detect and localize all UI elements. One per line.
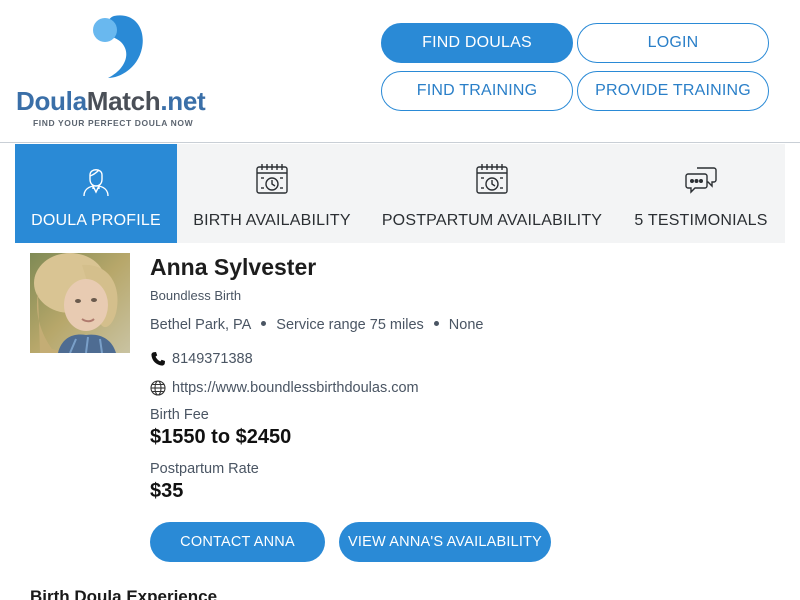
doula-phone[interactable]: 8149371388 — [172, 351, 253, 367]
tab-label: DOULA PROFILE — [31, 212, 161, 229]
profile-tabs: DOULA PROFILE BIRTH AVAILABILITY POSTPAR… — [15, 144, 785, 243]
separator-dot — [433, 320, 439, 326]
doula-extra-info: None — [448, 317, 484, 333]
birth-fee-label: Birth Fee — [150, 407, 209, 423]
phone-row[interactable]: 8149371388 — [150, 351, 253, 367]
tab-label: BIRTH AVAILABILITY — [193, 212, 351, 229]
logo-word-doula: Doula — [16, 86, 87, 116]
login-button[interactable]: LOGIN — [577, 23, 769, 63]
tab-doula-profile[interactable]: DOULA PROFILE — [15, 144, 177, 243]
doula-photo — [30, 253, 130, 353]
phone-icon — [151, 352, 165, 366]
separator-dot — [261, 320, 267, 326]
tab-testimonials[interactable]: 5 TESTIMONIALS — [617, 144, 785, 243]
provide-training-button[interactable]: PROVIDE TRAINING — [577, 71, 769, 111]
doula-website-link[interactable]: https://www.boundlessbirthdoulas.com — [172, 380, 419, 396]
tab-label: 5 TESTIMONIALS — [634, 212, 768, 229]
logo-wordmark: DoulaMatch.net — [16, 86, 206, 117]
doula-meta: Bethel Park, PA Service range 75 miles N… — [150, 317, 483, 333]
contact-anna-button[interactable]: CONTACT ANNA — [150, 522, 325, 562]
doulamatch-logo[interactable]: DoulaMatch.net FIND YOUR PERFECT DOULA N… — [16, 10, 226, 135]
tab-postpartum-availability[interactable]: POSTPARTUM AVAILABILITY — [367, 144, 617, 243]
site-header: DoulaMatch.net FIND YOUR PERFECT DOULA N… — [0, 0, 800, 143]
calendar-clock-icon — [476, 164, 508, 194]
logo-word-net: .net — [160, 86, 206, 116]
doula-location: Bethel Park, PA — [150, 317, 252, 333]
globe-icon — [150, 380, 166, 396]
logo-tagline: FIND YOUR PERFECT DOULA NOW — [33, 118, 194, 128]
doula-service-range: Service range 75 miles — [276, 317, 424, 333]
chat-bubbles-icon — [685, 167, 717, 194]
doula-name: Anna Sylvester — [150, 254, 317, 280]
tab-birth-availability[interactable]: BIRTH AVAILABILITY — [177, 144, 367, 243]
logo-mark-icon — [93, 15, 143, 78]
find-doulas-button[interactable]: FIND DOULAS — [381, 23, 573, 63]
find-training-button[interactable]: FIND TRAINING — [381, 71, 573, 111]
view-availability-button[interactable]: VIEW ANNA'S AVAILABILITY — [339, 522, 551, 562]
postpartum-rate-value: $35 — [150, 480, 184, 502]
calendar-clock-icon — [256, 164, 288, 194]
logo-word-match: Match — [86, 86, 161, 116]
website-row[interactable]: https://www.boundlessbirthdoulas.com — [150, 380, 419, 396]
birth-fee-value: $1550 to $2450 — [150, 426, 292, 448]
birth-doula-experience-heading: Birth Doula Experience — [30, 587, 218, 600]
doula-organization: Boundless Birth — [150, 288, 242, 303]
postpartum-rate-label: Postpartum Rate — [150, 461, 259, 477]
tab-label: POSTPARTUM AVAILABILITY — [381, 212, 603, 229]
doula-avatar-icon — [83, 169, 109, 197]
